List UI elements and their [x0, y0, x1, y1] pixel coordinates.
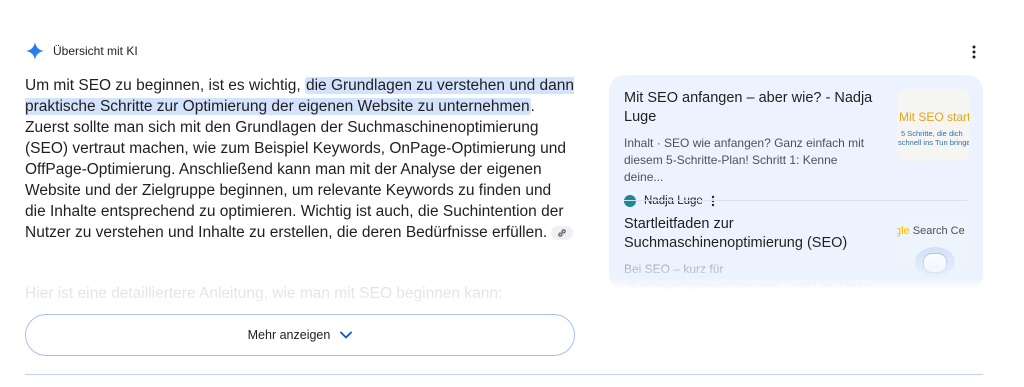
more-options-icon[interactable]	[966, 43, 982, 61]
sources-panel: Mit SEO anfangen – aber wie? - Nadja Lug…	[609, 75, 983, 290]
answer-body: . Zuerst sollte man sich mit den Grundla…	[25, 98, 567, 241]
answer-intro: Um mit SEO zu beginnen, ist es wichtig,	[25, 77, 305, 94]
source-card[interactable]: Mit SEO anfangen – aber wie? - Nadja Lug…	[624, 89, 971, 207]
show-more-button[interactable]: Mehr anzeigen	[25, 314, 575, 356]
source-card[interactable]: Startleitfaden zur Suchmaschinenoptimier…	[624, 215, 971, 290]
ai-overview-title: Übersicht mit KI	[53, 44, 138, 58]
source-divider	[624, 200, 969, 201]
thumbnail-title: Mit SEO starten	[899, 110, 969, 124]
site-favicon	[624, 195, 636, 207]
thumbnail-caption: 5 Schritte, die dich	[901, 129, 963, 138]
site-name: Nadja Luge	[644, 195, 703, 207]
source-snippet: Inhalt · SEO wie anfangen? Ganz einfach …	[624, 136, 865, 184]
source-title[interactable]: Mit SEO anfangen – aber wie? - Nadja Lug…	[624, 89, 879, 127]
source-more-icon[interactable]	[711, 195, 715, 207]
gemini-sparkle-icon	[25, 41, 45, 61]
source-thumbnail[interactable]: gle Search Ce	[897, 217, 969, 289]
answer-continuation-faded: Hier ist eine detailliertere Anleitung, …	[25, 285, 503, 302]
source-link-icon[interactable]	[551, 225, 574, 240]
show-more-label: Mehr anzeigen	[247, 328, 331, 342]
thumbnail-caption: schnell ins Tun bringen	[898, 138, 969, 147]
ai-answer-text: Um mit SEO zu beginnen, ist es wichtig, …	[25, 75, 575, 243]
source-meta: Nadja Luge	[624, 195, 971, 207]
source-snippet: Bei SEO – kurz für „Suchmaschinenoptimie…	[624, 262, 874, 290]
thumbnail-mascot	[923, 253, 947, 273]
thumbnail-title: gle Search Ce	[897, 225, 965, 237]
chevron-down-icon	[340, 331, 353, 339]
source-thumbnail[interactable]: Mit SEO starten 5 Schritte, die dich sch…	[897, 89, 969, 161]
ai-overview-header: Übersicht mit KI	[25, 40, 138, 62]
source-title[interactable]: Startleitfaden zur Suchmaschinenoptimier…	[624, 215, 879, 253]
section-divider	[25, 374, 983, 375]
